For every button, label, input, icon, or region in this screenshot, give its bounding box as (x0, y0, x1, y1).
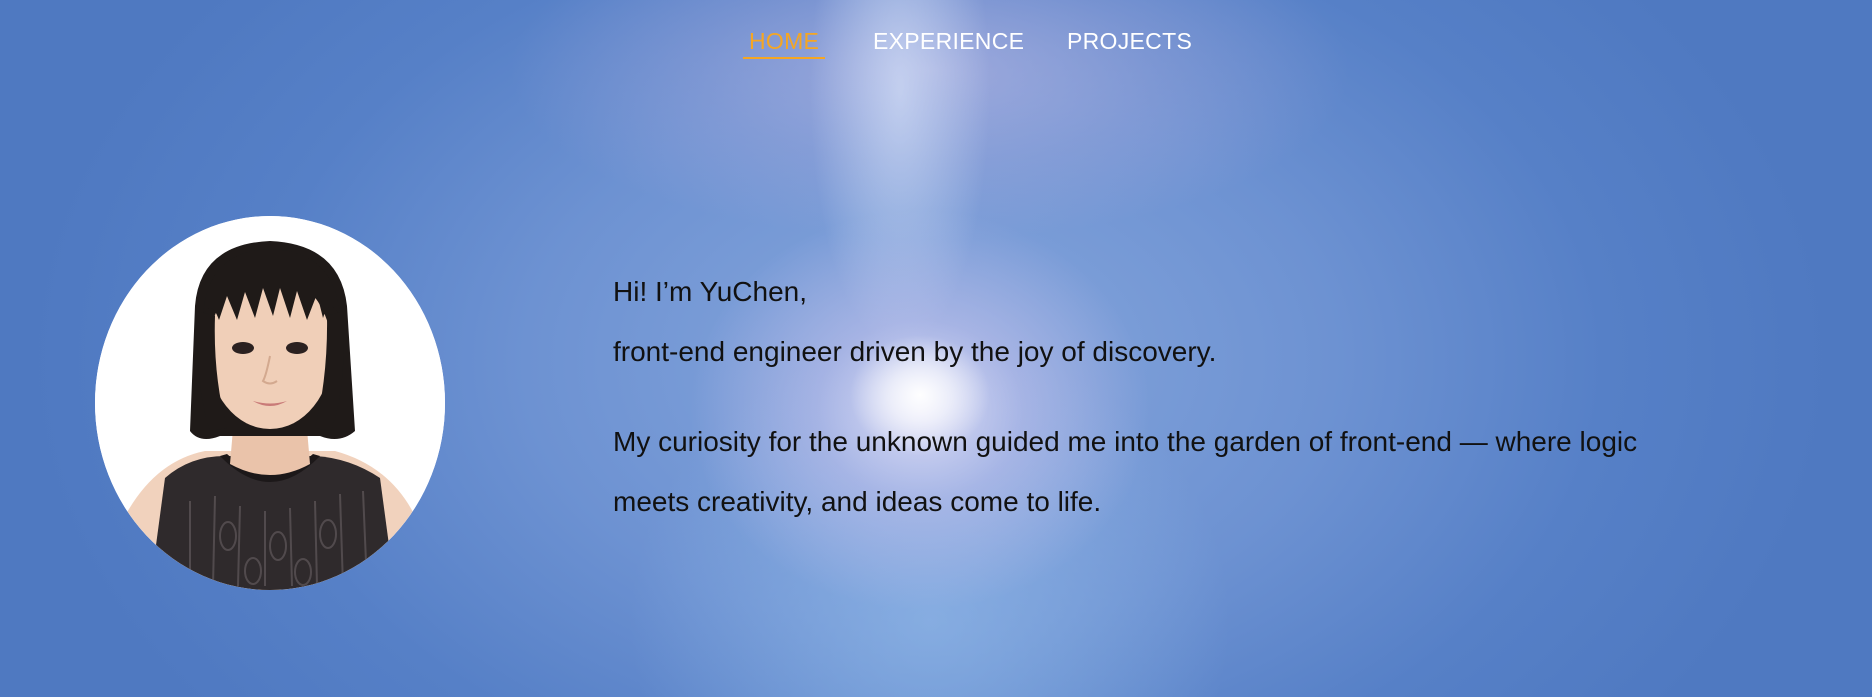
greeting-text: Hi! I’m YuChen, (613, 276, 808, 307)
tagline-text: front-end engineer driven by the joy of … (613, 336, 1217, 367)
nav-home-link[interactable]: HOME (743, 28, 826, 59)
intro-section: Hi! I’m YuChen, front-end engineer drive… (613, 262, 1773, 532)
profile-avatar (95, 216, 445, 590)
bio-line-1: My curiosity for the unknown guided me i… (613, 426, 1638, 457)
nav-experience-link[interactable]: EXPERIENCE (867, 28, 1030, 57)
profile-photo (95, 216, 445, 590)
nav-projects-link[interactable]: PROJECTS (1061, 28, 1198, 57)
main-nav: HOME EXPERIENCE PROJECTS (0, 28, 1872, 59)
bio-line-2: meets creativity, and ideas come to life… (613, 486, 1102, 517)
